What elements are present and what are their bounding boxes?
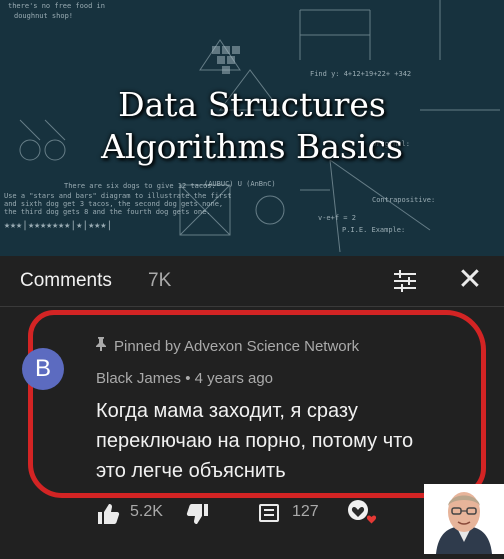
chalk-note: there's no free food in [8,2,105,10]
chalk-note: Contrapositive: [372,196,436,204]
sort-icon[interactable] [392,268,418,294]
pin-icon [96,337,106,354]
chalk-note: and sixth dog get 3 tacos, the second do… [4,200,224,208]
comments-title: Comments [20,270,112,291]
comments-panel: Comments 7K ✕ B Pinned by Advexon Scienc… [0,256,504,554]
creator-heart-icon [346,498,378,528]
comment-text: Когда мама заходит, я сразу переключаю н… [96,400,414,482]
pinned-text: Pinned by Advexon Science Network [114,338,360,355]
comment-meta: Black James • 4 years ago [96,370,273,387]
comment-author[interactable]: Black James [96,370,181,387]
thumbs-down-icon[interactable] [186,502,210,526]
chalk-note: doughnut shop! [14,12,74,20]
chalk-note: Find y: 4+12+19+22+ +342 [310,70,412,78]
chalk-note: ★★★|★★★★★★★|★|★★★| [4,220,113,231]
header-divider [0,306,504,307]
video-player[interactable]: there's no free food in doughnut shop! F… [0,0,504,256]
reply-icon[interactable] [258,502,280,524]
reply-count: 127 [292,503,319,520]
thumbs-up-icon[interactable] [96,502,120,526]
close-icon[interactable]: ✕ [455,265,485,295]
video-title-overlay: Data Structures Algorithms Basics [0,84,504,168]
like-count: 5.2K [130,503,163,520]
chalk-note: Use a "stars and bars" diagram to illust… [4,192,232,200]
avatar[interactable]: B [22,348,64,390]
video-title-line: Data Structures [118,85,386,124]
chalk-note: v-e+f = 2 [318,214,356,222]
video-title-line: Algorithms Basics [101,127,403,166]
chalk-note: (AUBUC) U (AnBnC) [204,180,276,188]
chalk-note: There are six dogs to give 12 tacos. [64,182,216,190]
comments-header: Comments 7K ✕ [0,256,504,306]
chalk-note: the third dog gets 8 and the fourth dog … [4,208,211,216]
comment-timestamp[interactable]: 4 years ago [195,370,273,387]
chalk-note: P.I.E. Example: [342,226,406,234]
face-sticker [424,484,504,554]
meta-separator: • [185,370,191,387]
comments-count: 7K [148,270,172,291]
pinned-label: Pinned by Advexon Science Network [96,337,359,355]
